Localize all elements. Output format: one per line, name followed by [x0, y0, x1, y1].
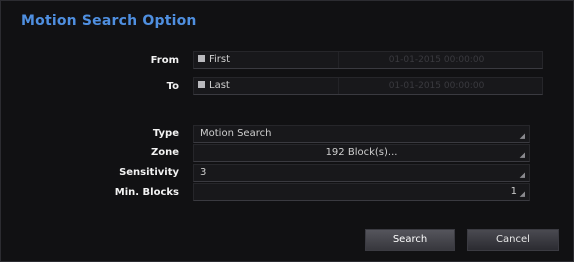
zone-button[interactable]: 192 Block(s)... ◢ — [193, 144, 530, 162]
sensitivity-select[interactable]: 3 ◢ — [193, 164, 530, 182]
from-field: First 01-01-2015 00:00:00 — [193, 51, 543, 69]
type-value: Motion Search — [200, 128, 272, 139]
zone-label: Zone — [150, 147, 179, 158]
zone-value: 192 Block(s)... — [325, 147, 398, 158]
from-first-label: First — [209, 54, 231, 65]
to-last-label: Last — [209, 80, 230, 91]
to-datetime[interactable]: 01-01-2015 00:00:00 — [338, 78, 534, 94]
from-first-checkbox[interactable] — [198, 55, 205, 62]
zone-arrow-icon: ◢ — [519, 151, 525, 159]
min-blocks-arrow-icon: ◢ — [519, 190, 525, 198]
sensitivity-dropdown-arrow-icon: ◢ — [519, 171, 525, 179]
to-label: To — [166, 81, 179, 92]
min-blocks-value: 1 — [510, 186, 517, 197]
to-field: Last 01-01-2015 00:00:00 — [193, 77, 543, 95]
min-blocks-input[interactable]: 1 ◢ — [193, 183, 530, 201]
search-button[interactable]: Search — [365, 229, 455, 251]
min-blocks-label: Min. Blocks — [114, 187, 179, 198]
type-label: Type — [152, 128, 179, 139]
motion-search-dialog: Motion Search Option From First 01-01-20… — [0, 0, 574, 262]
from-label: From — [150, 55, 179, 66]
cancel-button[interactable]: Cancel — [467, 229, 559, 251]
dialog-title: Motion Search Option — [21, 13, 197, 29]
to-last-checkbox[interactable] — [198, 81, 205, 88]
type-select[interactable]: Motion Search ◢ — [193, 125, 530, 143]
sensitivity-label: Sensitivity — [119, 167, 179, 178]
from-datetime[interactable]: 01-01-2015 00:00:00 — [338, 52, 534, 68]
sensitivity-value: 3 — [200, 167, 207, 178]
type-dropdown-arrow-icon: ◢ — [519, 132, 525, 140]
